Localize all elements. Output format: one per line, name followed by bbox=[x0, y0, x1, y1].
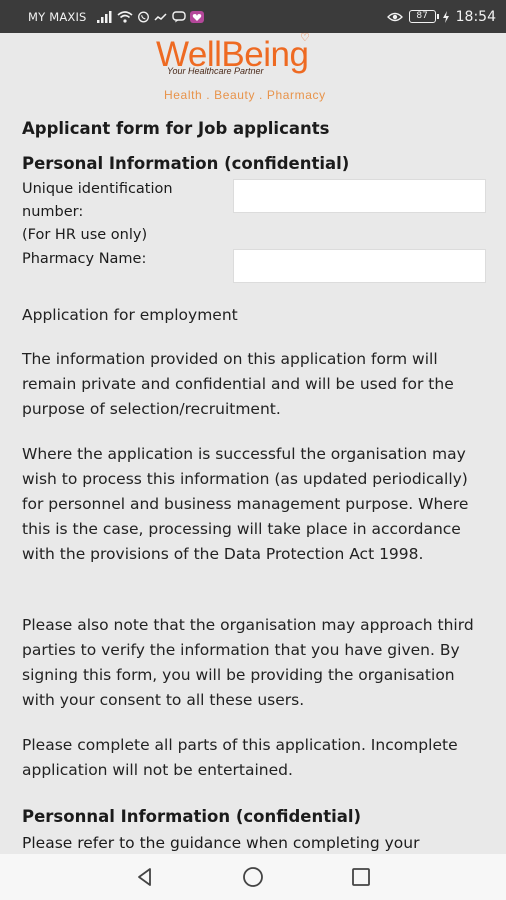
third-party-paragraph: Please also note that the organisation m… bbox=[22, 616, 474, 709]
clock: 18:54 bbox=[455, 8, 496, 25]
guidance-paragraph: Please refer to the guidance when comple… bbox=[22, 834, 420, 852]
battery-level: 87 bbox=[416, 11, 428, 21]
home-icon bbox=[243, 867, 263, 887]
uid-label-line-3: (For HR use only) bbox=[22, 227, 148, 243]
signal-icon bbox=[96, 10, 112, 23]
uid-label-line-2: number: bbox=[22, 204, 84, 220]
home-button[interactable] bbox=[238, 862, 268, 892]
logo-tagline: Your Healthcare Partner bbox=[167, 66, 264, 76]
eye-icon bbox=[386, 12, 403, 21]
wifi-icon bbox=[117, 10, 133, 23]
status-icons bbox=[96, 10, 204, 23]
status-bar: MY MAXIS 87 18:54 bbox=[0, 0, 506, 33]
form-title: Applicant form for Job applicants bbox=[22, 119, 330, 138]
back-icon bbox=[138, 868, 151, 886]
processing-paragraph: Where the application is successful the … bbox=[22, 445, 469, 563]
privacy-paragraph: The information provided on this applica… bbox=[22, 350, 454, 418]
back-button[interactable] bbox=[130, 862, 160, 892]
complete-all-paragraph: Please complete all parts of this applic… bbox=[22, 736, 458, 779]
uid-label-line-1: Unique identification bbox=[22, 181, 173, 197]
recents-icon bbox=[352, 868, 370, 886]
battery-icon: 87 bbox=[408, 10, 439, 23]
chat-icon bbox=[171, 10, 186, 22]
chart-icon bbox=[154, 12, 167, 21]
whatsapp-icon bbox=[137, 11, 149, 22]
heart-app-icon bbox=[189, 10, 204, 23]
status-bar-left: MY MAXIS bbox=[28, 10, 204, 24]
pharmacy-name-label: Pharmacy Name: bbox=[22, 251, 147, 267]
pharmacy-name-input[interactable] bbox=[233, 249, 486, 283]
recents-button[interactable] bbox=[346, 862, 376, 892]
carrier-name: MY MAXIS bbox=[28, 9, 87, 24]
app-content[interactable]: WellBeing ♡ Your Healthcare Partner Heal… bbox=[0, 33, 506, 854]
section-title: Personal Information (confidential) bbox=[22, 154, 350, 173]
charging-icon bbox=[442, 10, 449, 23]
application-heading: Application for employment bbox=[22, 306, 238, 324]
wellbeing-logo: WellBeing ♡ Your Healthcare Partner Heal… bbox=[0, 33, 506, 111]
heart-icon: ♡ bbox=[300, 33, 310, 44]
uid-input[interactable] bbox=[233, 179, 486, 213]
status-bar-right: 87 18:54 bbox=[386, 8, 496, 25]
navigation-bar bbox=[0, 854, 506, 900]
section-title-2: Personnal Information (confidential) bbox=[22, 807, 362, 826]
logo-subtitle: Health . Beauty . Pharmacy bbox=[164, 88, 326, 102]
